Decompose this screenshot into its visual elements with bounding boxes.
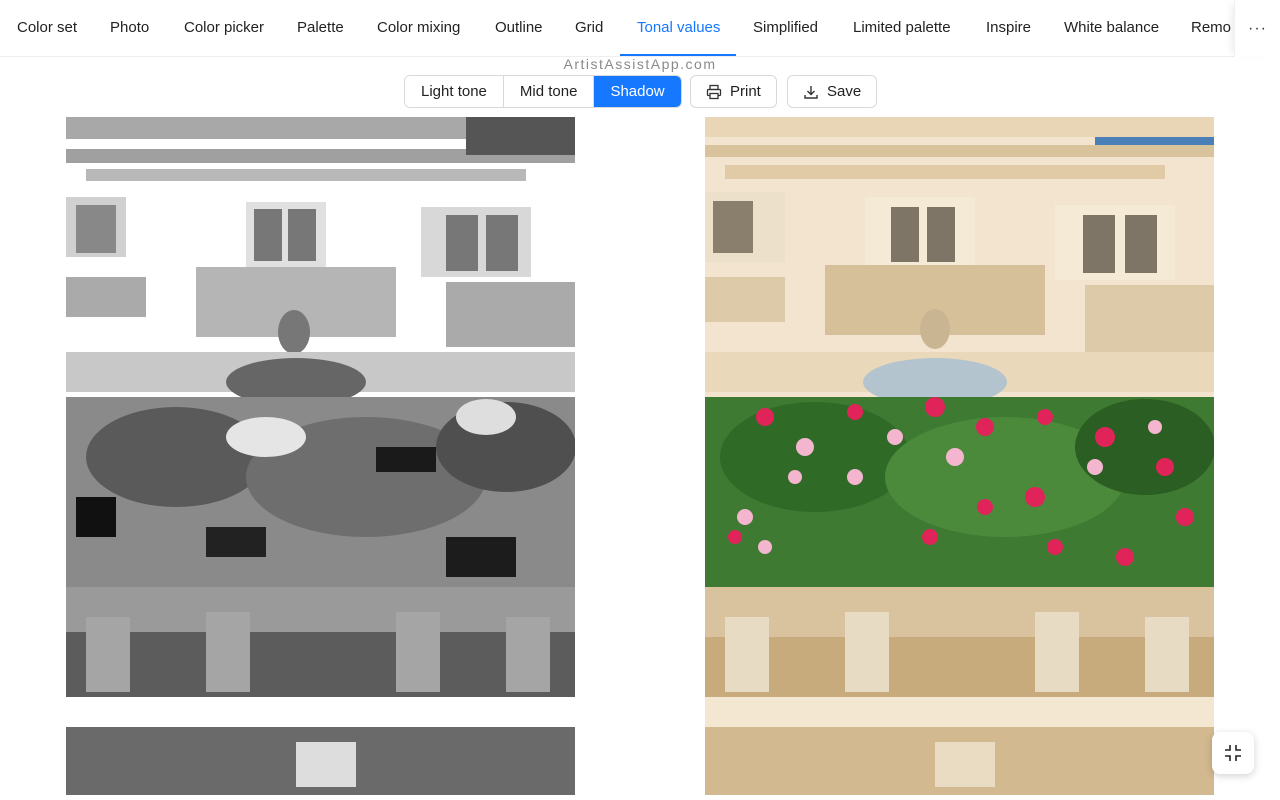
download-icon: [804, 85, 818, 99]
more-icon: ···: [1248, 19, 1267, 37]
save-label: Save: [827, 83, 862, 100]
print-button[interactable]: Print: [690, 75, 777, 108]
tone-option-shadow[interactable]: Shadow: [594, 76, 681, 107]
tab-bar: Color set Photo Color picker Palette Col…: [0, 0, 1280, 57]
tab-tonal-values[interactable]: Tonal values: [637, 0, 720, 57]
tab-outline[interactable]: Outline: [495, 0, 543, 57]
fullscreen-exit-button[interactable]: [1212, 732, 1254, 774]
tab-color-picker[interactable]: Color picker: [184, 0, 264, 57]
tab-color-mixing[interactable]: Color mixing: [377, 0, 460, 57]
tone-option-light[interactable]: Light tone: [405, 76, 504, 107]
tab-list: Color set Photo Color picker Palette Col…: [0, 0, 1234, 57]
watermark: ArtistAssistApp.com: [563, 56, 717, 72]
tab-grid[interactable]: Grid: [575, 0, 603, 57]
tone-option-mid[interactable]: Mid tone: [503, 76, 595, 107]
original-photo: [705, 117, 1214, 795]
more-tabs-button[interactable]: ···: [1234, 0, 1280, 57]
tab-simplified[interactable]: Simplified: [753, 0, 818, 57]
tone-selector: Light tone Mid tone Shadow: [404, 75, 682, 108]
tab-remove-truncated[interactable]: Remo: [1191, 0, 1231, 57]
tab-inspire[interactable]: Inspire: [986, 0, 1031, 57]
save-button[interactable]: Save: [787, 75, 878, 108]
tab-palette[interactable]: Palette: [297, 0, 344, 57]
tab-limited-palette[interactable]: Limited palette: [853, 0, 951, 57]
printer-icon: [706, 84, 722, 99]
tonal-values-image: [66, 117, 575, 795]
tab-white-balance[interactable]: White balance: [1064, 0, 1159, 57]
fullscreen-exit-icon: [1225, 745, 1241, 761]
print-label: Print: [730, 83, 761, 100]
tab-photo[interactable]: Photo: [110, 0, 149, 57]
tab-color-set[interactable]: Color set: [17, 0, 77, 57]
